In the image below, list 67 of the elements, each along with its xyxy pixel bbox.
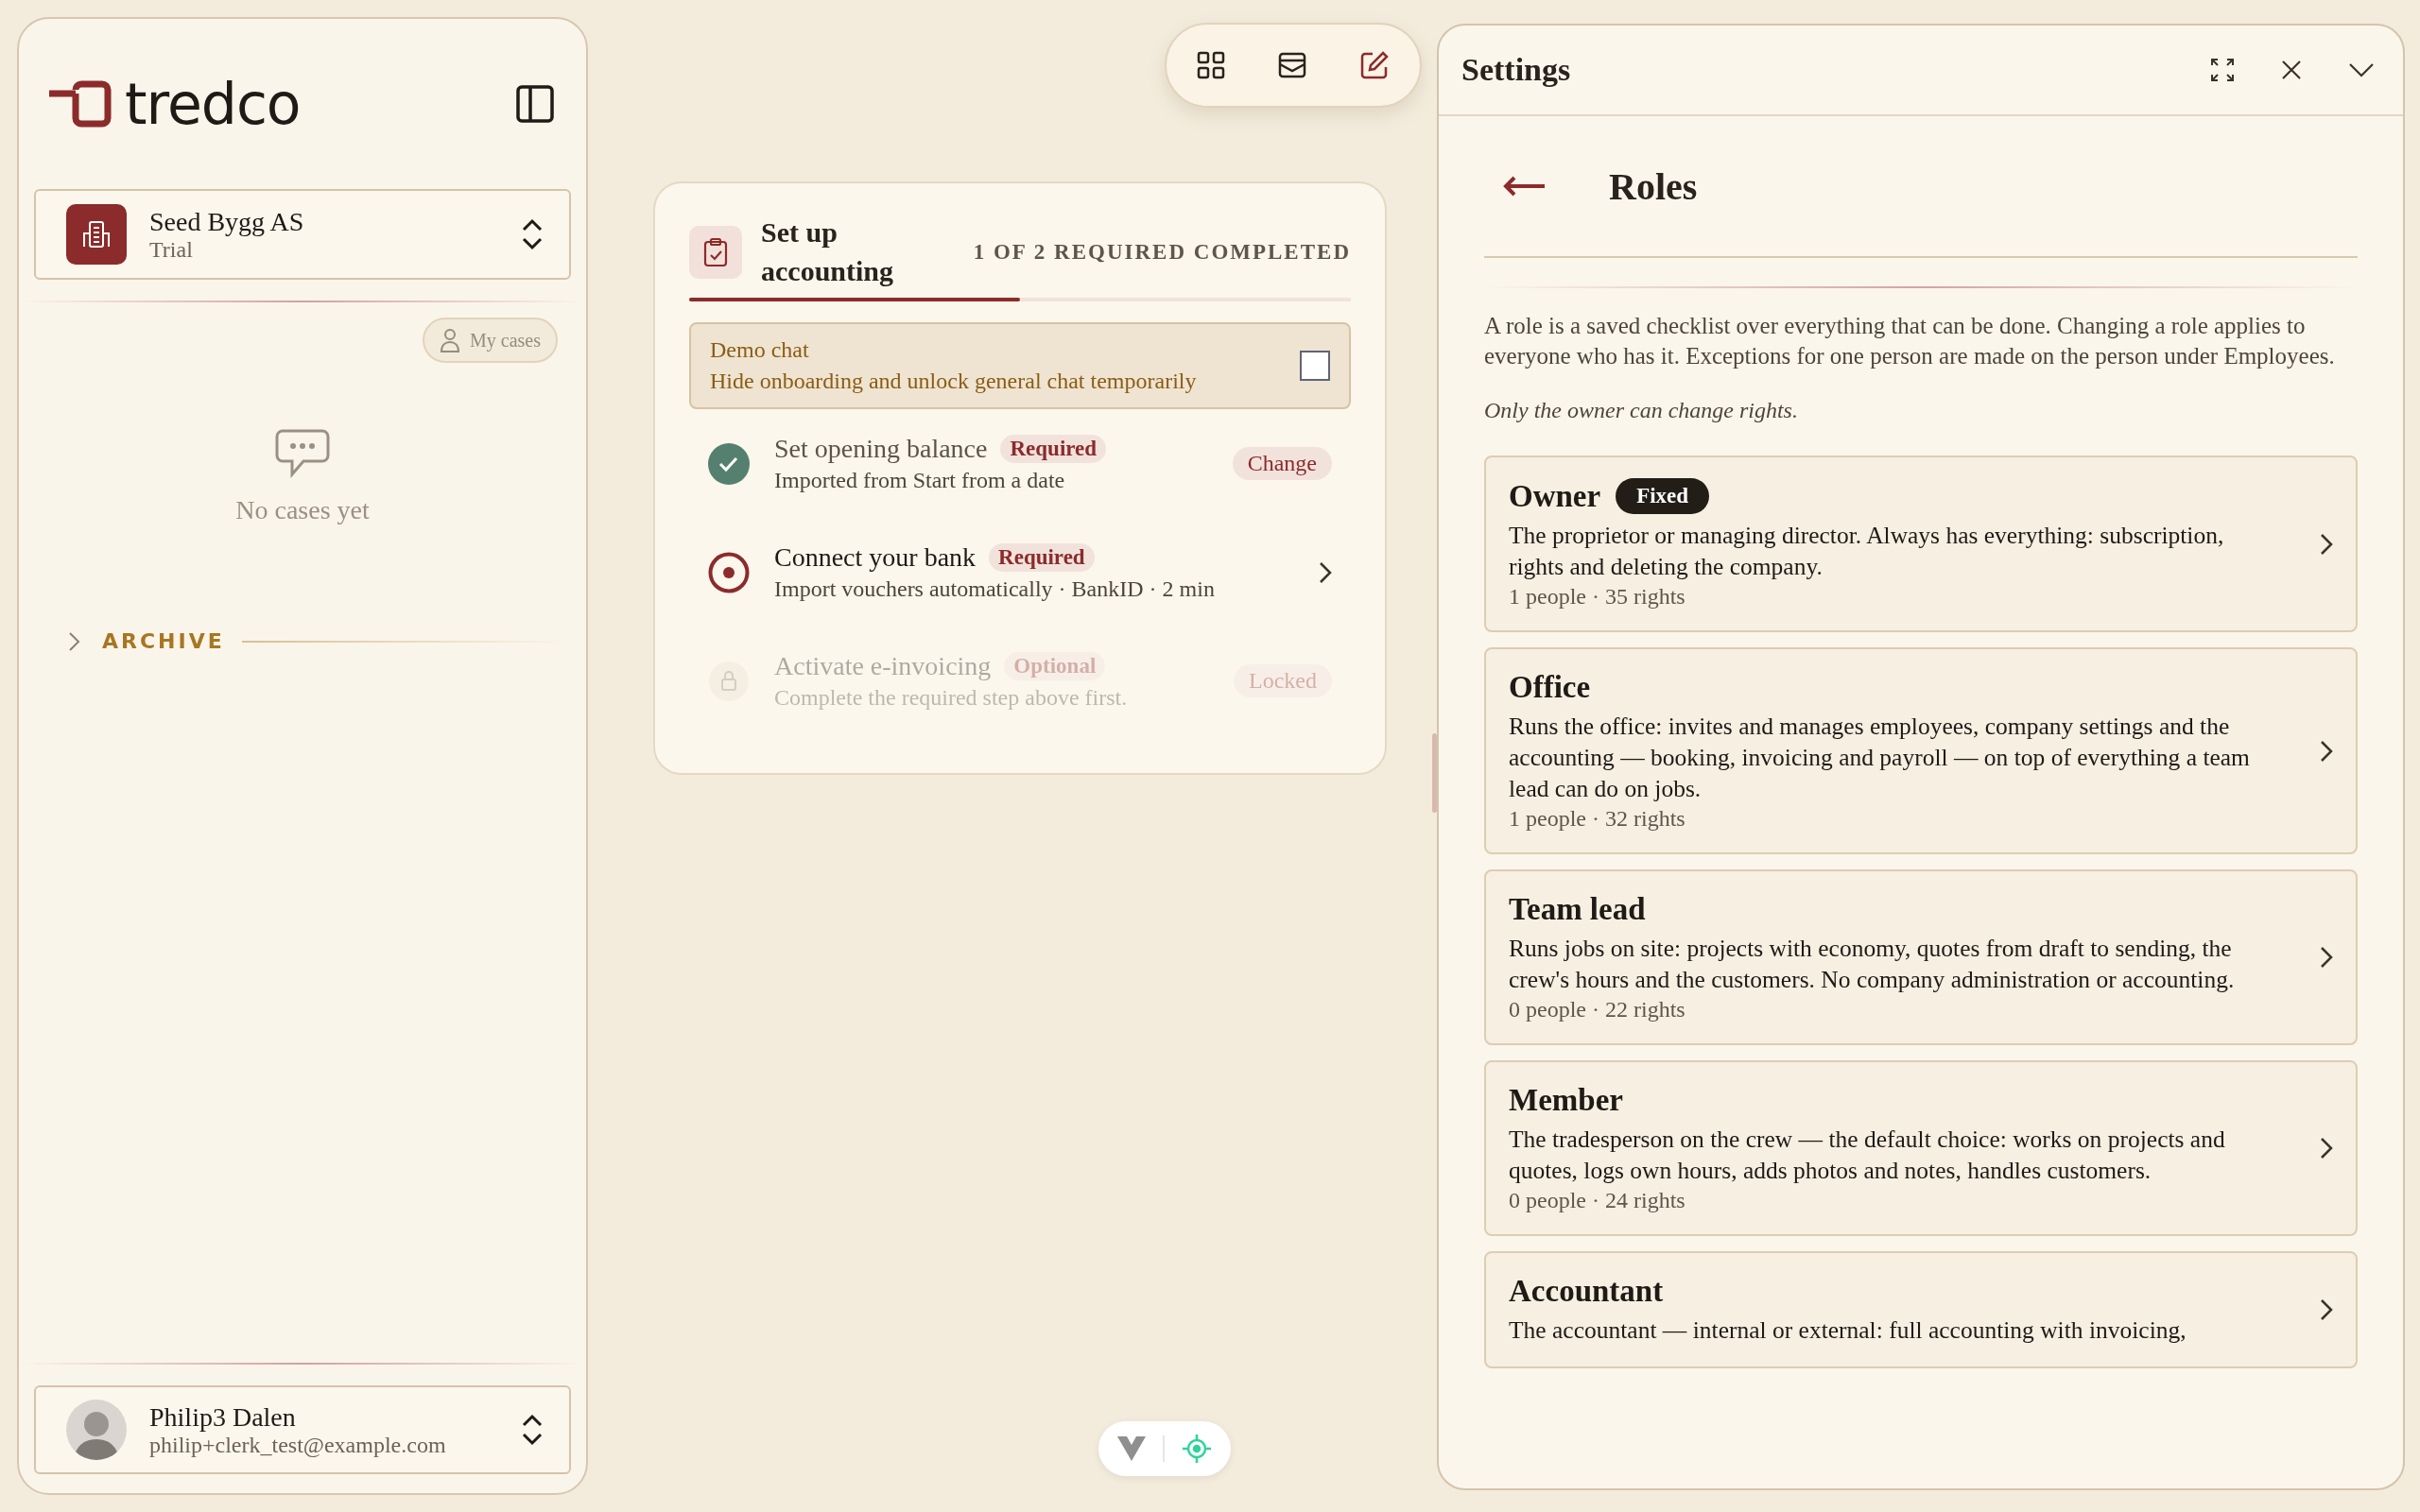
lock-icon bbox=[708, 660, 750, 702]
radio-target-icon bbox=[708, 551, 750, 593]
chevron-right-icon bbox=[2320, 1137, 2333, 1160]
chevron-right-icon bbox=[2320, 739, 2333, 763]
step-subtitle: Imported from Start from a date bbox=[774, 468, 1066, 493]
check-circle-icon bbox=[708, 442, 750, 485]
chevron-right-icon bbox=[2320, 532, 2333, 556]
role-card[interactable]: Team lead Runs jobs on site: projects with economy, quotes from draft to sending, the crew's hours and the customers. No company administration or accounting. 0 people · 22 rights bbox=[1484, 869, 2358, 1045]
role-name: Member bbox=[1509, 1083, 1623, 1118]
demo-checkbox[interactable] bbox=[1300, 351, 1330, 381]
chevron-right-icon bbox=[68, 630, 81, 652]
role-description: The accountant — internal or external: full accounting with invoicing, bbox=[1509, 1315, 2187, 1346]
role-description: Runs the office: invites and manages employees, company settings and the accounting — booking, invoicing and payroll — on top of everything a team lead can do on jobs. bbox=[1509, 712, 2251, 804]
intro-text: A role is a saved checklist over everything that can be done. Changing a role applies to everyone who has it. Exceptions for one person are made on the person under Employees. bbox=[1484, 312, 2336, 370]
chevron-right-icon bbox=[2320, 946, 2333, 969]
v-logo-icon[interactable] bbox=[1117, 1436, 1146, 1461]
role-meta: 0 people · 24 rights bbox=[1509, 1188, 1686, 1213]
role-meta: 0 people · 22 rights bbox=[1509, 997, 1686, 1022]
role-name: Team lead bbox=[1509, 892, 1646, 927]
clipboard-check-icon bbox=[689, 225, 742, 279]
role-description: The proprietor or managing director. Always has everything: subscription, rights and deleting the company. bbox=[1509, 521, 2225, 582]
user-name: Philip3 Dalen bbox=[149, 1401, 297, 1433]
role-name: Office bbox=[1509, 670, 1591, 705]
step-tag: Optional bbox=[1004, 652, 1106, 680]
role-card[interactable]: Office Runs the office: invites and manages employees, company settings and the accounting — booking, invoicing and payroll — on top of everything a team lead can do on jobs. 1 people · 32 rights bbox=[1484, 647, 2358, 854]
user-switcher[interactable]: Philip3 Dalen philip+clerk_test@example.com bbox=[34, 1385, 571, 1474]
role-meta: 1 people · 35 rights bbox=[1509, 584, 1686, 610]
step-title: Connect your bank bbox=[774, 542, 977, 573]
step-subtitle: Complete the required step above first. bbox=[774, 685, 1129, 711]
role-description: The tradesperson on the crew — the default choice: works on projects and quotes, logs own hours, adds photos and notes, handles customers. bbox=[1509, 1125, 2226, 1186]
step-tag: Required bbox=[989, 543, 1095, 572]
step-subtitle: Import vouchers automatically · BankID · 2 min bbox=[774, 576, 1216, 602]
logo-text: tredco bbox=[125, 71, 301, 137]
progress-text: 1 OF 2 REQUIRED COMPLETED bbox=[972, 239, 1351, 265]
person-icon bbox=[440, 328, 460, 352]
user-email: philip+clerk_test@example.com bbox=[149, 1432, 447, 1458]
chat-bubble-icon bbox=[275, 429, 330, 478]
demo-description: Hide onboarding and unlock general chat temporarily bbox=[710, 369, 1198, 394]
role-badge: Fixed bbox=[1616, 478, 1710, 514]
role-name: Accountant bbox=[1509, 1274, 1664, 1309]
company-switcher[interactable]: Seed Bygg AS Trial bbox=[34, 189, 571, 280]
role-card[interactable]: Member The tradesperson on the crew — the default choice: works on projects and quotes, logs own hours, adds photos and notes, handles customers. 0 people · 24 rights bbox=[1484, 1060, 2358, 1236]
role-card[interactable]: Owner Fixed The proprietor or managing director. Always has everything: subscription, rights and deleting the company. 1 people · 35 rights bbox=[1484, 455, 2358, 632]
up-down-chevron-icon bbox=[522, 218, 543, 250]
step-title: Set opening balance bbox=[774, 434, 988, 464]
empty-state-text: No cases yet bbox=[235, 495, 370, 525]
chevron-right-icon bbox=[1319, 560, 1332, 584]
role-name: Owner bbox=[1509, 478, 1601, 514]
role-description: Runs jobs on site: projects with economy, quotes from draft to sending, the crew's hours and the customers. No company administration or accounting. bbox=[1509, 934, 2236, 995]
archive-toggle[interactable]: ARCHIVE bbox=[68, 629, 225, 653]
step-title: Activate e-invoicing bbox=[774, 651, 992, 681]
owner-note: Only the owner can change rights. bbox=[1484, 398, 1799, 423]
step-action-button[interactable]: Change bbox=[1232, 447, 1332, 480]
role-card[interactable]: Accountant The accountant — internal or external: full accounting with invoicing, bbox=[1484, 1251, 2358, 1368]
setup-title: Set up accounting bbox=[761, 215, 894, 288]
chevron-right-icon bbox=[2320, 1298, 2333, 1321]
panel-title: Settings bbox=[1461, 52, 1572, 88]
building-icon bbox=[66, 204, 127, 265]
role-meta: 1 people · 32 rights bbox=[1509, 806, 1686, 832]
step-tag: Required bbox=[1000, 435, 1107, 463]
demo-title: Demo chat bbox=[710, 337, 810, 363]
resize-handle[interactable] bbox=[1432, 733, 1437, 813]
page-title: Roles bbox=[1609, 163, 1698, 209]
company-name: Seed Bygg AS bbox=[149, 206, 305, 237]
logo-icon bbox=[49, 80, 112, 128]
company-plan: Trial bbox=[149, 236, 194, 263]
up-down-chevron-icon bbox=[522, 1414, 543, 1446]
